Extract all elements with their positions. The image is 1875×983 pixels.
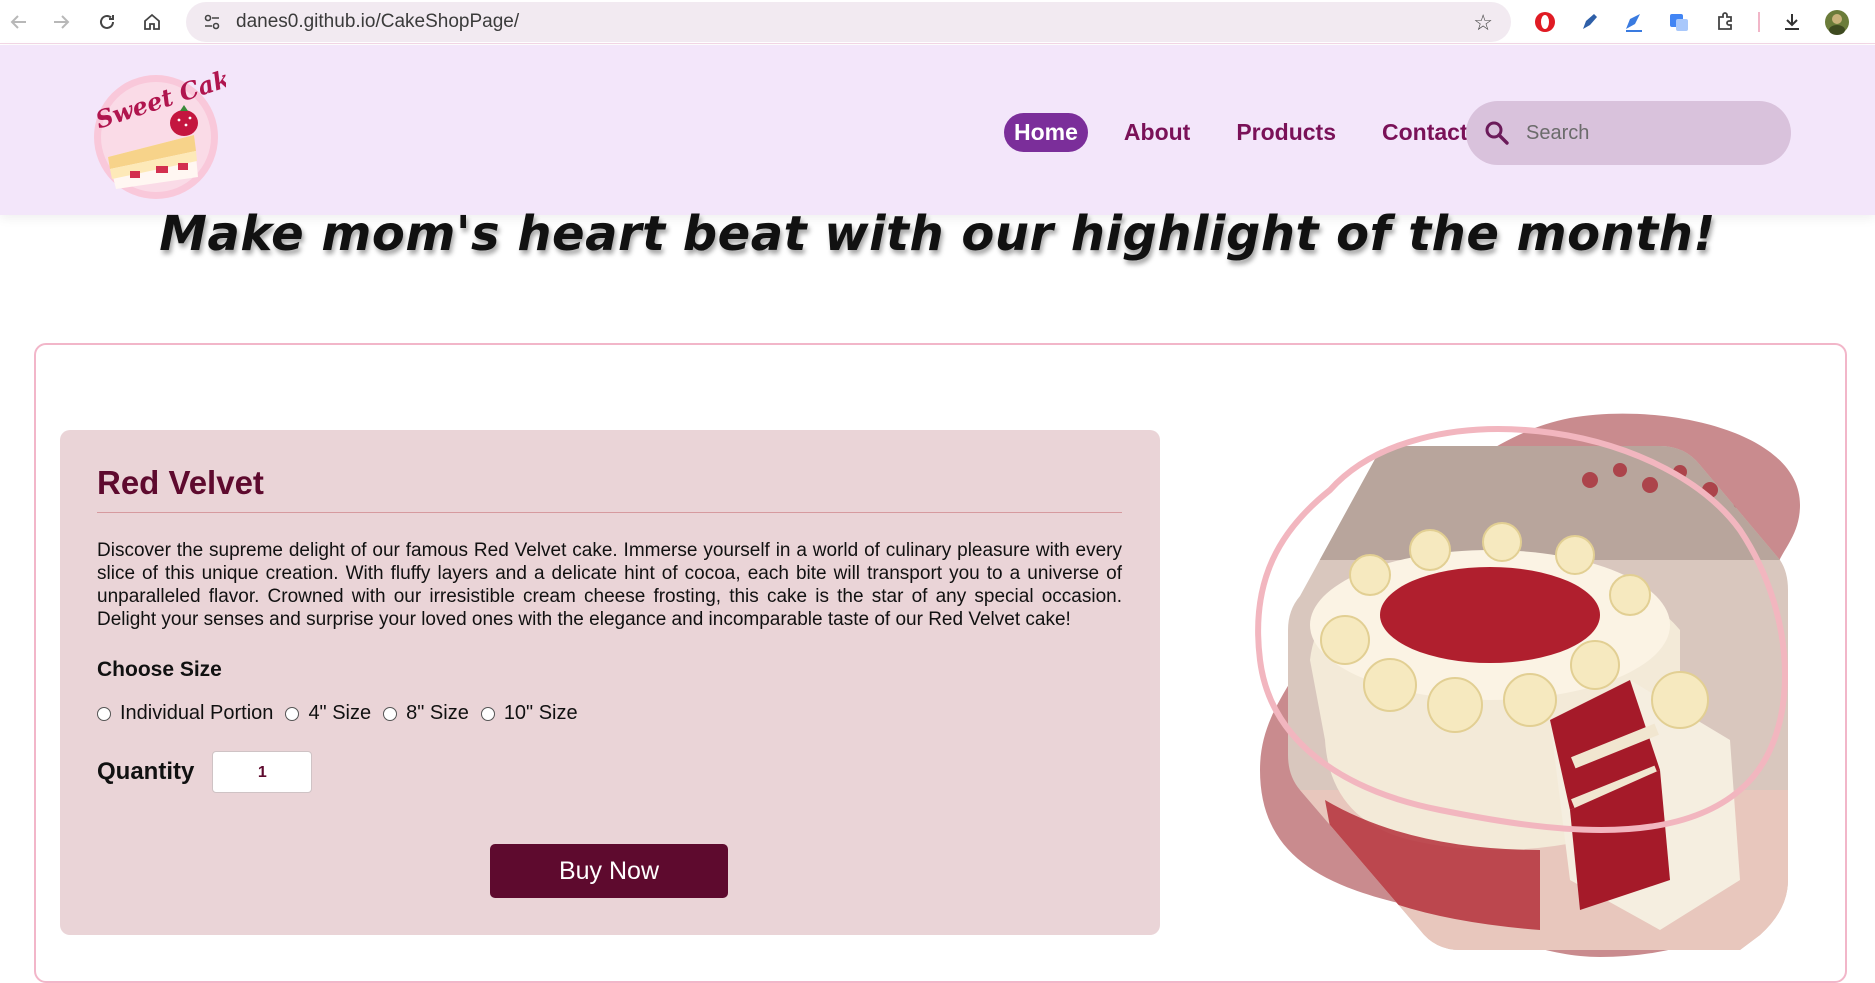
translate-extension-icon[interactable] — [1666, 9, 1692, 35]
size-label-8in: 8" Size — [406, 702, 469, 724]
nav-contact[interactable]: Contact — [1372, 113, 1478, 152]
search-bar[interactable] — [1466, 101, 1791, 165]
size-options: Individual Portion 4" Size 8" Size 10" S… — [97, 702, 1122, 725]
site-header: Sweet Cake Home About Products Contact — [0, 45, 1875, 215]
arrow-right-icon — [54, 15, 70, 29]
main-navigation: Home About Products Contact — [1004, 113, 1538, 152]
search-icon[interactable] — [1484, 120, 1510, 146]
size-label-4in: 4" Size — [308, 702, 372, 724]
forward-button[interactable] — [42, 3, 80, 41]
buy-now-button[interactable]: Buy Now — [490, 844, 728, 898]
size-radio-8in[interactable] — [383, 706, 398, 721]
pen-extension-icon[interactable] — [1577, 9, 1603, 35]
size-radio-10in[interactable] — [480, 706, 495, 721]
address-bar[interactable]: danes0.github.io/CakeShopPage/ ☆ — [186, 2, 1511, 42]
size-label-10in: 10" Size — [503, 702, 578, 724]
quantity-row: Quantity 1 — [97, 751, 1122, 793]
profile-avatar[interactable] — [1824, 9, 1850, 35]
home-icon — [144, 13, 160, 30]
bookmark-star-icon[interactable]: ☆ — [1473, 10, 1493, 36]
back-button[interactable] — [0, 3, 38, 41]
extensions-puzzle-icon[interactable] — [1712, 9, 1738, 35]
nav-about[interactable]: About — [1114, 113, 1200, 152]
product-title: Red Velvet — [97, 464, 1122, 513]
home-button[interactable] — [133, 3, 171, 41]
highlighter-extension-icon[interactable] — [1621, 9, 1647, 35]
reload-button[interactable] — [88, 3, 126, 41]
size-radio-individual[interactable] — [97, 706, 111, 721]
quantity-input[interactable]: 1 — [212, 751, 313, 793]
size-option-4in[interactable]: 4" Size — [285, 702, 371, 725]
toolbar-divider — [1758, 12, 1760, 32]
product-info-panel: Red Velvet Discover the supreme delight … — [60, 430, 1160, 935]
product-description: Discover the supreme delight of our famo… — [97, 540, 1122, 630]
nav-home[interactable]: Home — [1004, 113, 1088, 152]
nav-products[interactable]: Products — [1226, 113, 1346, 152]
size-option-individual[interactable]: Individual Portion — [97, 702, 273, 725]
reload-icon — [100, 14, 114, 29]
download-icon[interactable] — [1779, 9, 1805, 35]
red-velvet-cake-image — [1255, 413, 1800, 957]
browser-toolbar: danes0.github.io/CakeShopPage/ ☆ — [0, 0, 1875, 44]
size-label-individual: Individual Portion — [120, 702, 274, 724]
choose-size-label: Choose Size — [97, 658, 222, 681]
banner-headline: Make mom's heart beat with our highlight… — [159, 206, 1716, 262]
size-option-10in[interactable]: 10" Size — [480, 702, 578, 725]
arrow-left-icon — [10, 15, 26, 29]
site-settings-icon[interactable] — [202, 12, 222, 32]
search-input[interactable] — [1526, 121, 1766, 145]
opera-extension-icon[interactable] — [1532, 9, 1558, 35]
sweet-cake-logo[interactable]: Sweet Cake — [86, 65, 226, 205]
size-radio-4in[interactable] — [285, 706, 300, 721]
size-option-8in[interactable]: 8" Size — [383, 702, 469, 725]
url-text: danes0.github.io/CakeShopPage/ — [236, 11, 520, 32]
quantity-label: Quantity — [97, 758, 195, 785]
